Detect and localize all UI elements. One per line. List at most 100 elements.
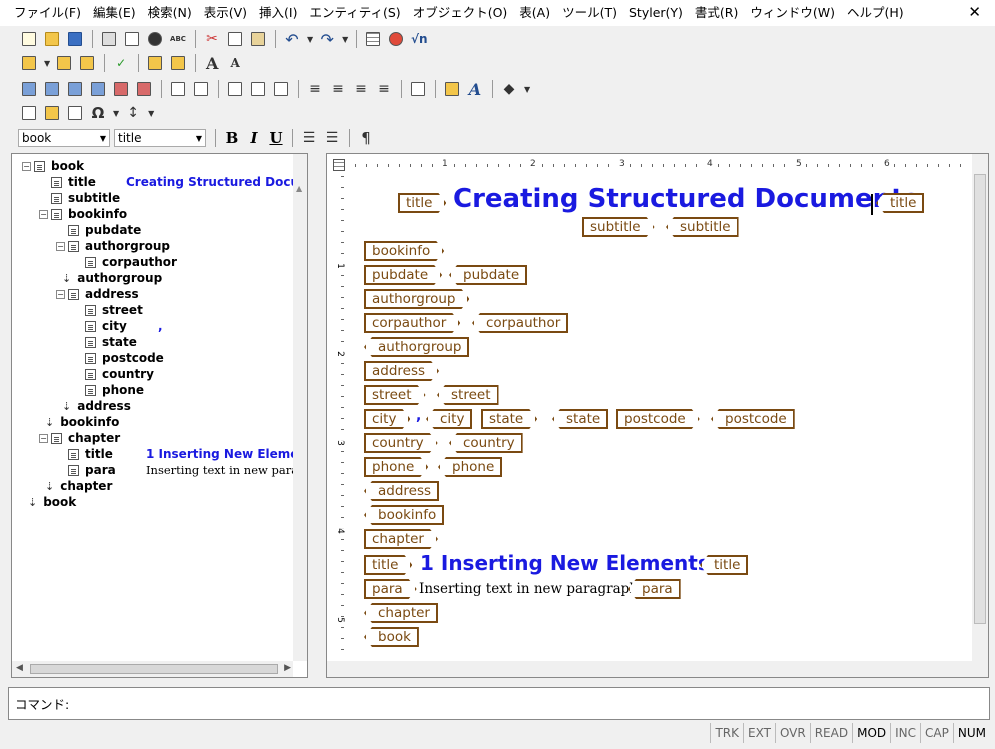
collapse-toggle-icon[interactable]: −: [22, 161, 31, 171]
tree-node[interactable]: corpauthor: [73, 254, 177, 270]
element-select[interactable]: book ▼: [18, 129, 110, 147]
tree-node[interactable]: country: [73, 366, 154, 382]
find-binoculars-icon[interactable]: [144, 28, 166, 50]
merge-cells-icon[interactable]: [167, 78, 189, 100]
menu-table[interactable]: 表(A): [513, 0, 556, 26]
menu-insert[interactable]: 挿入(I): [253, 0, 303, 26]
tag-subtitle-start[interactable]: subtitle: [582, 217, 655, 237]
tag-state-start[interactable]: state: [481, 409, 537, 429]
bullet-list-icon[interactable]: ☰: [321, 127, 343, 149]
tree-node[interactable]: ⇣ book: [28, 494, 76, 510]
cut-scissors-icon[interactable]: ✂: [201, 28, 223, 50]
fill-color-icon[interactable]: ◆: [498, 78, 520, 100]
tag-state-end[interactable]: state: [552, 409, 609, 429]
validate-icon[interactable]: ✓: [110, 52, 132, 74]
numbered-list-icon[interactable]: ☰: [298, 127, 320, 149]
tag-corpauthor-end[interactable]: corpauthor: [472, 313, 569, 333]
menu-window[interactable]: ウィンドウ(W): [744, 0, 841, 26]
print-preview-icon[interactable]: [121, 28, 143, 50]
tag-title-end[interactable]: title: [876, 193, 925, 213]
tree-node[interactable]: city: [73, 318, 127, 334]
line-spacing-dropdown-icon[interactable]: ▼: [148, 109, 154, 118]
copy-icon[interactable]: [224, 28, 246, 50]
join-element-icon[interactable]: [167, 52, 189, 74]
tag-book-end[interactable]: book: [364, 627, 419, 647]
underline-button[interactable]: U: [265, 129, 287, 147]
new-document-icon[interactable]: [18, 28, 40, 50]
tag-authorgroup-start[interactable]: authorgroup: [364, 289, 469, 309]
insert-equation-icon[interactable]: √n: [408, 28, 430, 50]
spellcheck-icon[interactable]: ABC: [167, 28, 189, 50]
align-bottom-icon[interactable]: [270, 78, 292, 100]
document-horizontal-scrollbar[interactable]: [327, 661, 988, 677]
tag-authorgroup-end[interactable]: authorgroup: [364, 337, 470, 357]
style-select[interactable]: title ▼: [114, 129, 206, 147]
redo-dropdown-icon[interactable]: ▼: [342, 35, 348, 44]
open-folder-icon[interactable]: [41, 28, 63, 50]
document-vscroll-thumb[interactable]: [974, 174, 986, 624]
undo-icon[interactable]: ↶: [281, 28, 303, 50]
tag-chapter-end[interactable]: chapter: [364, 603, 438, 623]
align-middle-icon[interactable]: [247, 78, 269, 100]
close-document-icon[interactable]: ✕: [968, 3, 981, 21]
document-view[interactable]: 1 2 3 4 5 6 1 2 3 4 5 title Creating Structured D…: [326, 153, 989, 678]
align-top-icon[interactable]: [224, 78, 246, 100]
collapse-toggle-icon[interactable]: −: [39, 209, 48, 219]
tree-node[interactable]: street: [73, 302, 143, 318]
change-element-icon[interactable]: [53, 52, 75, 74]
align-right-icon[interactable]: ≡: [350, 78, 372, 100]
command-bar[interactable]: コマンド:: [8, 687, 990, 720]
redo-icon[interactable]: ↷: [316, 28, 338, 50]
align-justify-icon[interactable]: ≡: [373, 78, 395, 100]
tree-node[interactable]: title: [56, 446, 113, 462]
entity-icon[interactable]: [64, 102, 86, 124]
menu-search[interactable]: 検索(N): [142, 0, 198, 26]
tag-street-start[interactable]: street: [364, 385, 426, 405]
menu-entity[interactable]: エンティティ(S): [303, 0, 406, 26]
chapter-title[interactable]: 1 Inserting New Elements: [420, 551, 710, 575]
tag-para-end[interactable]: para: [628, 579, 681, 599]
menu-object[interactable]: オブジェクト(O): [407, 0, 514, 26]
tag-country-end[interactable]: country: [449, 433, 523, 453]
show-tags-icon[interactable]: [18, 102, 40, 124]
tree-node[interactable]: − bookinfo: [39, 206, 127, 222]
tag-corpauthor-start[interactable]: corpauthor: [364, 313, 460, 333]
insert-element-dropdown-icon[interactable]: ▼: [44, 59, 50, 68]
collapse-toggle-icon[interactable]: −: [56, 289, 65, 299]
tag-pubdate-start[interactable]: pubdate: [364, 265, 442, 285]
tree-node[interactable]: − authorgroup: [56, 238, 170, 254]
insert-row-below-icon[interactable]: [41, 78, 63, 100]
save-icon[interactable]: [64, 28, 86, 50]
special-char-dropdown-icon[interactable]: ▼: [113, 109, 119, 118]
tag-address-start[interactable]: address: [364, 361, 439, 381]
tree-horizontal-scrollbar[interactable]: ◀ ▶: [12, 661, 293, 677]
tag-pubdate-end[interactable]: pubdate: [449, 265, 528, 285]
insert-element-icon[interactable]: [18, 52, 40, 74]
tag-phone-start[interactable]: phone: [364, 457, 428, 477]
menu-styler[interactable]: Styler(Y): [623, 0, 689, 26]
tree-vertical-scrollbar[interactable]: ▲: [293, 154, 307, 661]
insert-table-icon[interactable]: [362, 28, 384, 50]
tag-postcode-end[interactable]: postcode: [711, 409, 795, 429]
tag-chapter-start[interactable]: chapter: [364, 529, 438, 549]
tag-postcode-start[interactable]: postcode: [616, 409, 700, 429]
collapse-toggle-icon[interactable]: −: [56, 241, 65, 251]
insert-special-char-icon[interactable]: Ω: [87, 102, 109, 124]
menu-format[interactable]: 書式(R): [689, 0, 744, 26]
grid-toggle-icon[interactable]: [333, 159, 345, 171]
tag-bookinfo-start[interactable]: bookinfo: [364, 241, 444, 261]
align-left-icon[interactable]: ≡: [304, 78, 326, 100]
edit-attributes-icon[interactable]: [144, 52, 166, 74]
tree-node[interactable]: subtitle: [39, 190, 120, 206]
tag-title-start[interactable]: title: [398, 193, 446, 213]
tree-node[interactable]: − chapter: [39, 430, 120, 446]
city-text[interactable]: ,: [416, 408, 421, 424]
tag-city-start[interactable]: city: [364, 409, 410, 429]
tag-chapter-title-end[interactable]: title: [700, 555, 749, 575]
tag-city-end[interactable]: city: [426, 409, 473, 429]
line-spacing-icon[interactable]: ↕: [122, 102, 144, 124]
insert-row-above-icon[interactable]: [18, 78, 40, 100]
tree-node[interactable]: ⇣ address: [62, 398, 131, 414]
decrease-font-icon[interactable]: A: [224, 52, 246, 74]
insert-graphic-icon[interactable]: [385, 28, 407, 50]
